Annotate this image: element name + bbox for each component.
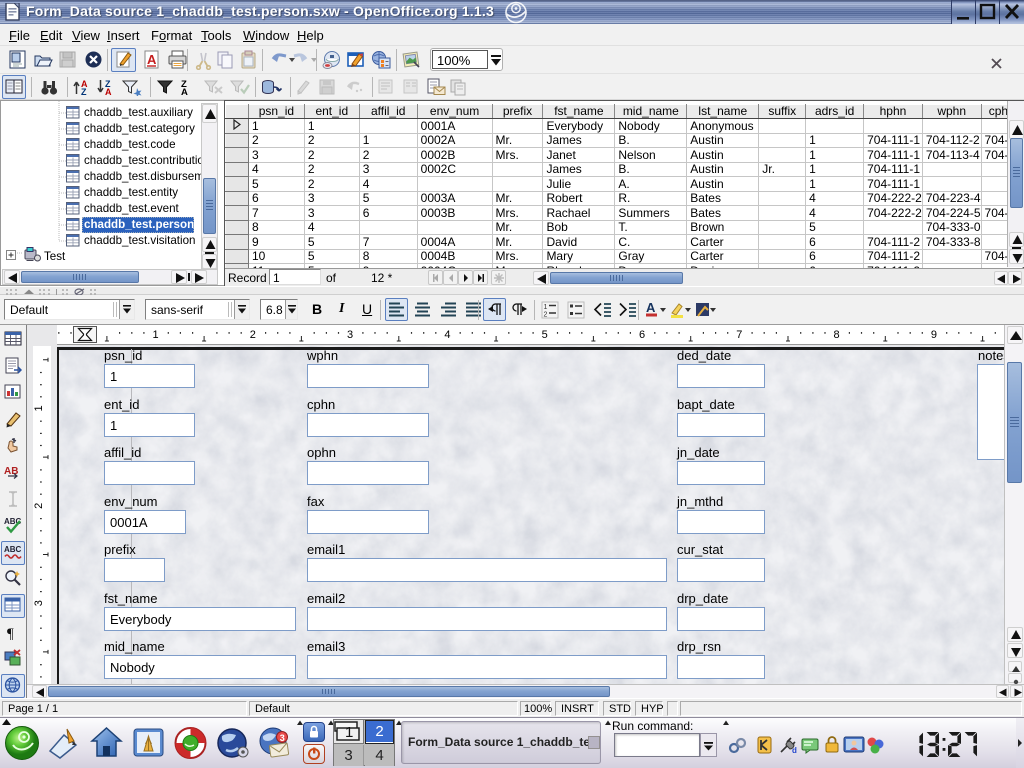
svg-text:2: 2 [33,503,45,509]
svg-text:1: 1 [152,329,158,341]
svg-text:1: 1 [33,405,45,411]
svg-text:2: 2 [544,312,548,319]
svg-text:8: 8 [834,329,840,341]
svg-text:3: 3 [33,600,45,606]
svg-text:6: 6 [639,329,645,341]
svg-text:9: 9 [931,329,937,341]
svg-text:A: A [105,87,112,96]
svg-text:7: 7 [736,329,742,341]
svg-text:ABC: ABC [4,545,22,554]
svg-text:A: A [646,300,656,315]
svg-text:3: 3 [280,733,285,743]
svg-text:5: 5 [542,329,548,341]
svg-text:2: 2 [250,329,256,341]
svg-text:¶: ¶ [7,626,14,641]
svg-text:1: 1 [544,304,548,311]
svg-text:A: A [147,52,157,67]
svg-text:4: 4 [444,329,450,341]
svg-text:A: A [181,87,188,96]
svg-text:d: d [792,746,797,755]
svg-text:Z: Z [81,87,87,96]
svg-text:3: 3 [347,329,353,341]
